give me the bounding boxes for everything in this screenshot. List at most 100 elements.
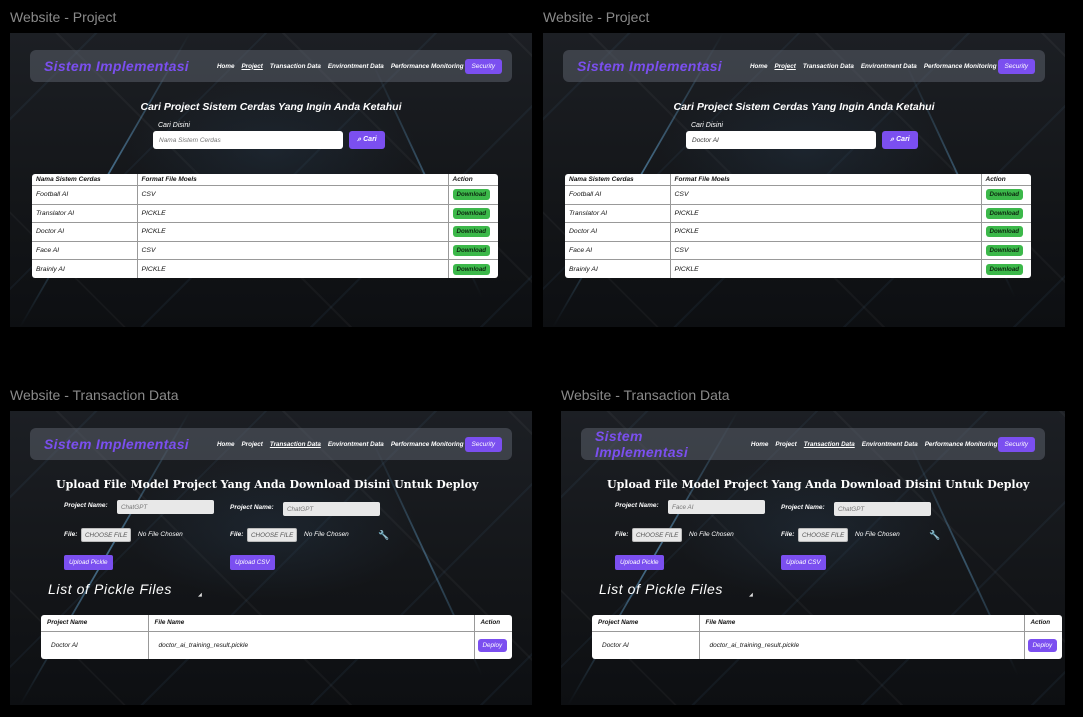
search-input[interactable] <box>153 131 343 149</box>
table-row: Football AI CSV Download <box>32 185 498 205</box>
pickle-project-name-input[interactable] <box>117 500 214 514</box>
project-table: Nama Sistem Cerdas Format File Moels Act… <box>32 174 498 278</box>
transaction-content: Upload File Model Project Yang Anda Down… <box>10 411 532 705</box>
download-button[interactable]: Download <box>985 189 1024 201</box>
download-button[interactable]: Download <box>985 207 1024 219</box>
search-icon: ⌕ <box>357 136 362 143</box>
cell-name: Football AI <box>32 185 137 205</box>
search-button[interactable]: ⌕ Cari <box>882 131 918 149</box>
frame-label-transaction-1: Website - Transaction Data <box>10 387 179 403</box>
cell-name: Brainly AI <box>569 265 598 273</box>
pickle-file-label: File: <box>64 531 78 538</box>
table-row: Translator AI PICKLE Download <box>32 204 498 223</box>
frame-label-transaction-2: Website - Transaction Data <box>561 387 730 403</box>
search-label: Cari Disini <box>158 122 190 129</box>
project-content: Cari Project Sistem Cerdas Yang Ingin An… <box>10 33 532 327</box>
column-header-action: Action <box>1023 615 1062 632</box>
pickle-project-name-input[interactable] <box>668 500 765 514</box>
column-header-action: Action <box>473 615 512 632</box>
download-button[interactable]: Download <box>452 226 491 238</box>
cell-name: Face AI <box>565 241 670 260</box>
frame-label-project-1: Website - Project <box>10 9 117 25</box>
cell-name: Translator AI <box>565 204 670 223</box>
cell-format: PICKLE <box>136 222 448 242</box>
cursor-icon: ◢ <box>749 592 753 598</box>
pickle-choose-file-button[interactable]: CHOOSE FILE <box>81 528 132 542</box>
upload-pickle-button[interactable]: Upload Pickle <box>615 555 664 570</box>
cell-name: Doctor AI <box>32 222 137 242</box>
table-row: Doctor AI doctor_ai_training_result.pick… <box>592 631 1062 659</box>
table-row: Doctor AI doctor_ai_training_result.pick… <box>41 631 512 659</box>
cell-format: CSV <box>136 185 448 205</box>
search-input[interactable] <box>686 131 876 149</box>
column-header-name: Nama Sistem Cerdas <box>565 174 670 186</box>
cell-format: CSV <box>669 185 981 205</box>
deploy-button[interactable]: Deploy <box>477 638 508 652</box>
csv-project-name-label: Project Name: <box>781 504 825 511</box>
cell-name: Football AI <box>565 185 670 205</box>
csv-project-name-input[interactable] <box>283 502 380 516</box>
page-heading: Upload File Model Project Yang Anda Down… <box>607 478 1030 491</box>
download-button[interactable]: Download <box>985 244 1024 256</box>
cell-file-name: doctor_ai_training_result.pickle <box>147 631 474 659</box>
pickle-choose-file-button[interactable]: CHOOSE FILE <box>632 528 683 542</box>
search-button-label: Cari <box>363 136 377 143</box>
cell-name: Face AI <box>32 241 137 260</box>
transaction-content: Upload File Model Project Yang Anda Down… <box>561 411 1065 705</box>
search-button-label: Cari <box>896 136 910 143</box>
download-button[interactable]: Download <box>985 263 1024 275</box>
project-content: Cari Project Sistem Cerdas Yang Ingin An… <box>543 33 1065 327</box>
download-button[interactable]: Download <box>452 207 491 219</box>
upload-csv-button[interactable]: Upload CSV <box>230 555 275 570</box>
cell-project-name: Doctor AI <box>51 641 78 649</box>
project-frame-1: Sistem Implementasi Home Project Transac… <box>10 33 532 327</box>
download-button[interactable]: Download <box>452 244 491 256</box>
table-row: Brainly AI PICKLE Download <box>565 259 1031 278</box>
search-button[interactable]: ⌕ Cari <box>349 131 385 149</box>
transaction-frame-1: Sistem Implementasi Home Project Transac… <box>10 411 532 705</box>
cell-name: Translator AI <box>32 204 137 223</box>
pickle-file-label: File: <box>615 531 629 538</box>
csv-no-file-text: No File Chosen <box>304 531 349 538</box>
page-heading: Cari Project Sistem Cerdas Yang Ingin An… <box>140 101 402 113</box>
pickle-project-name-label: Project Name: <box>615 502 659 509</box>
cell-format: CSV <box>669 241 981 260</box>
list-title: List of Pickle Files <box>599 581 724 597</box>
pickle-project-name-label: Project Name: <box>64 502 108 509</box>
csv-file-label: File: <box>781 531 795 538</box>
column-header-format: Format File Moels <box>669 174 981 186</box>
table-row: Football AI CSV Download <box>565 185 1031 205</box>
pickle-no-file-text: No File Chosen <box>689 531 734 538</box>
column-header-action: Action <box>980 174 1031 186</box>
page-heading: Upload File Model Project Yang Anda Down… <box>56 478 479 491</box>
wrench-icon: 🔧 <box>929 531 941 541</box>
cell-format: PICKLE <box>669 204 981 223</box>
column-header-project-name: Project Name <box>592 615 699 632</box>
column-header-project-name: Project Name <box>41 615 148 632</box>
download-button[interactable]: Download <box>985 226 1024 238</box>
upload-csv-button[interactable]: Upload CSV <box>781 555 826 570</box>
search-icon: ⌕ <box>890 136 895 143</box>
deploy-button[interactable]: Deploy <box>1027 638 1058 652</box>
cell-file-name: doctor_ai_training_result.pickle <box>698 631 1024 659</box>
cell-format: PICKLE <box>669 259 981 278</box>
csv-choose-file-button[interactable]: CHOOSE FILE <box>798 528 849 542</box>
table-row: Face AI CSV Download <box>32 241 498 260</box>
table-row: Brainly AI PICKLE Download <box>32 259 498 278</box>
table-row: Translator AI PICKLE Download <box>565 204 1031 223</box>
wrench-icon: 🔧 <box>378 531 390 541</box>
csv-no-file-text: No File Chosen <box>855 531 900 538</box>
transaction-frame-2: Sistem Implementasi Home Project Transac… <box>561 411 1065 705</box>
project-table: Nama Sistem Cerdas Format File Moels Act… <box>565 174 1031 278</box>
cell-format: PICKLE <box>669 222 981 242</box>
download-button[interactable]: Download <box>452 263 491 275</box>
upload-pickle-button[interactable]: Upload Pickle <box>64 555 113 570</box>
table-row: Doctor AI PICKLE Download <box>565 222 1031 242</box>
csv-choose-file-button[interactable]: CHOOSE FILE <box>247 528 298 542</box>
download-button[interactable]: Download <box>452 189 491 201</box>
page-heading: Cari Project Sistem Cerdas Yang Ingin An… <box>673 101 935 113</box>
cursor-icon: ◢ <box>198 592 202 598</box>
csv-project-name-input[interactable] <box>834 502 931 516</box>
table-row: Face AI CSV Download <box>565 241 1031 260</box>
column-header-file-name: File Name <box>147 615 474 632</box>
